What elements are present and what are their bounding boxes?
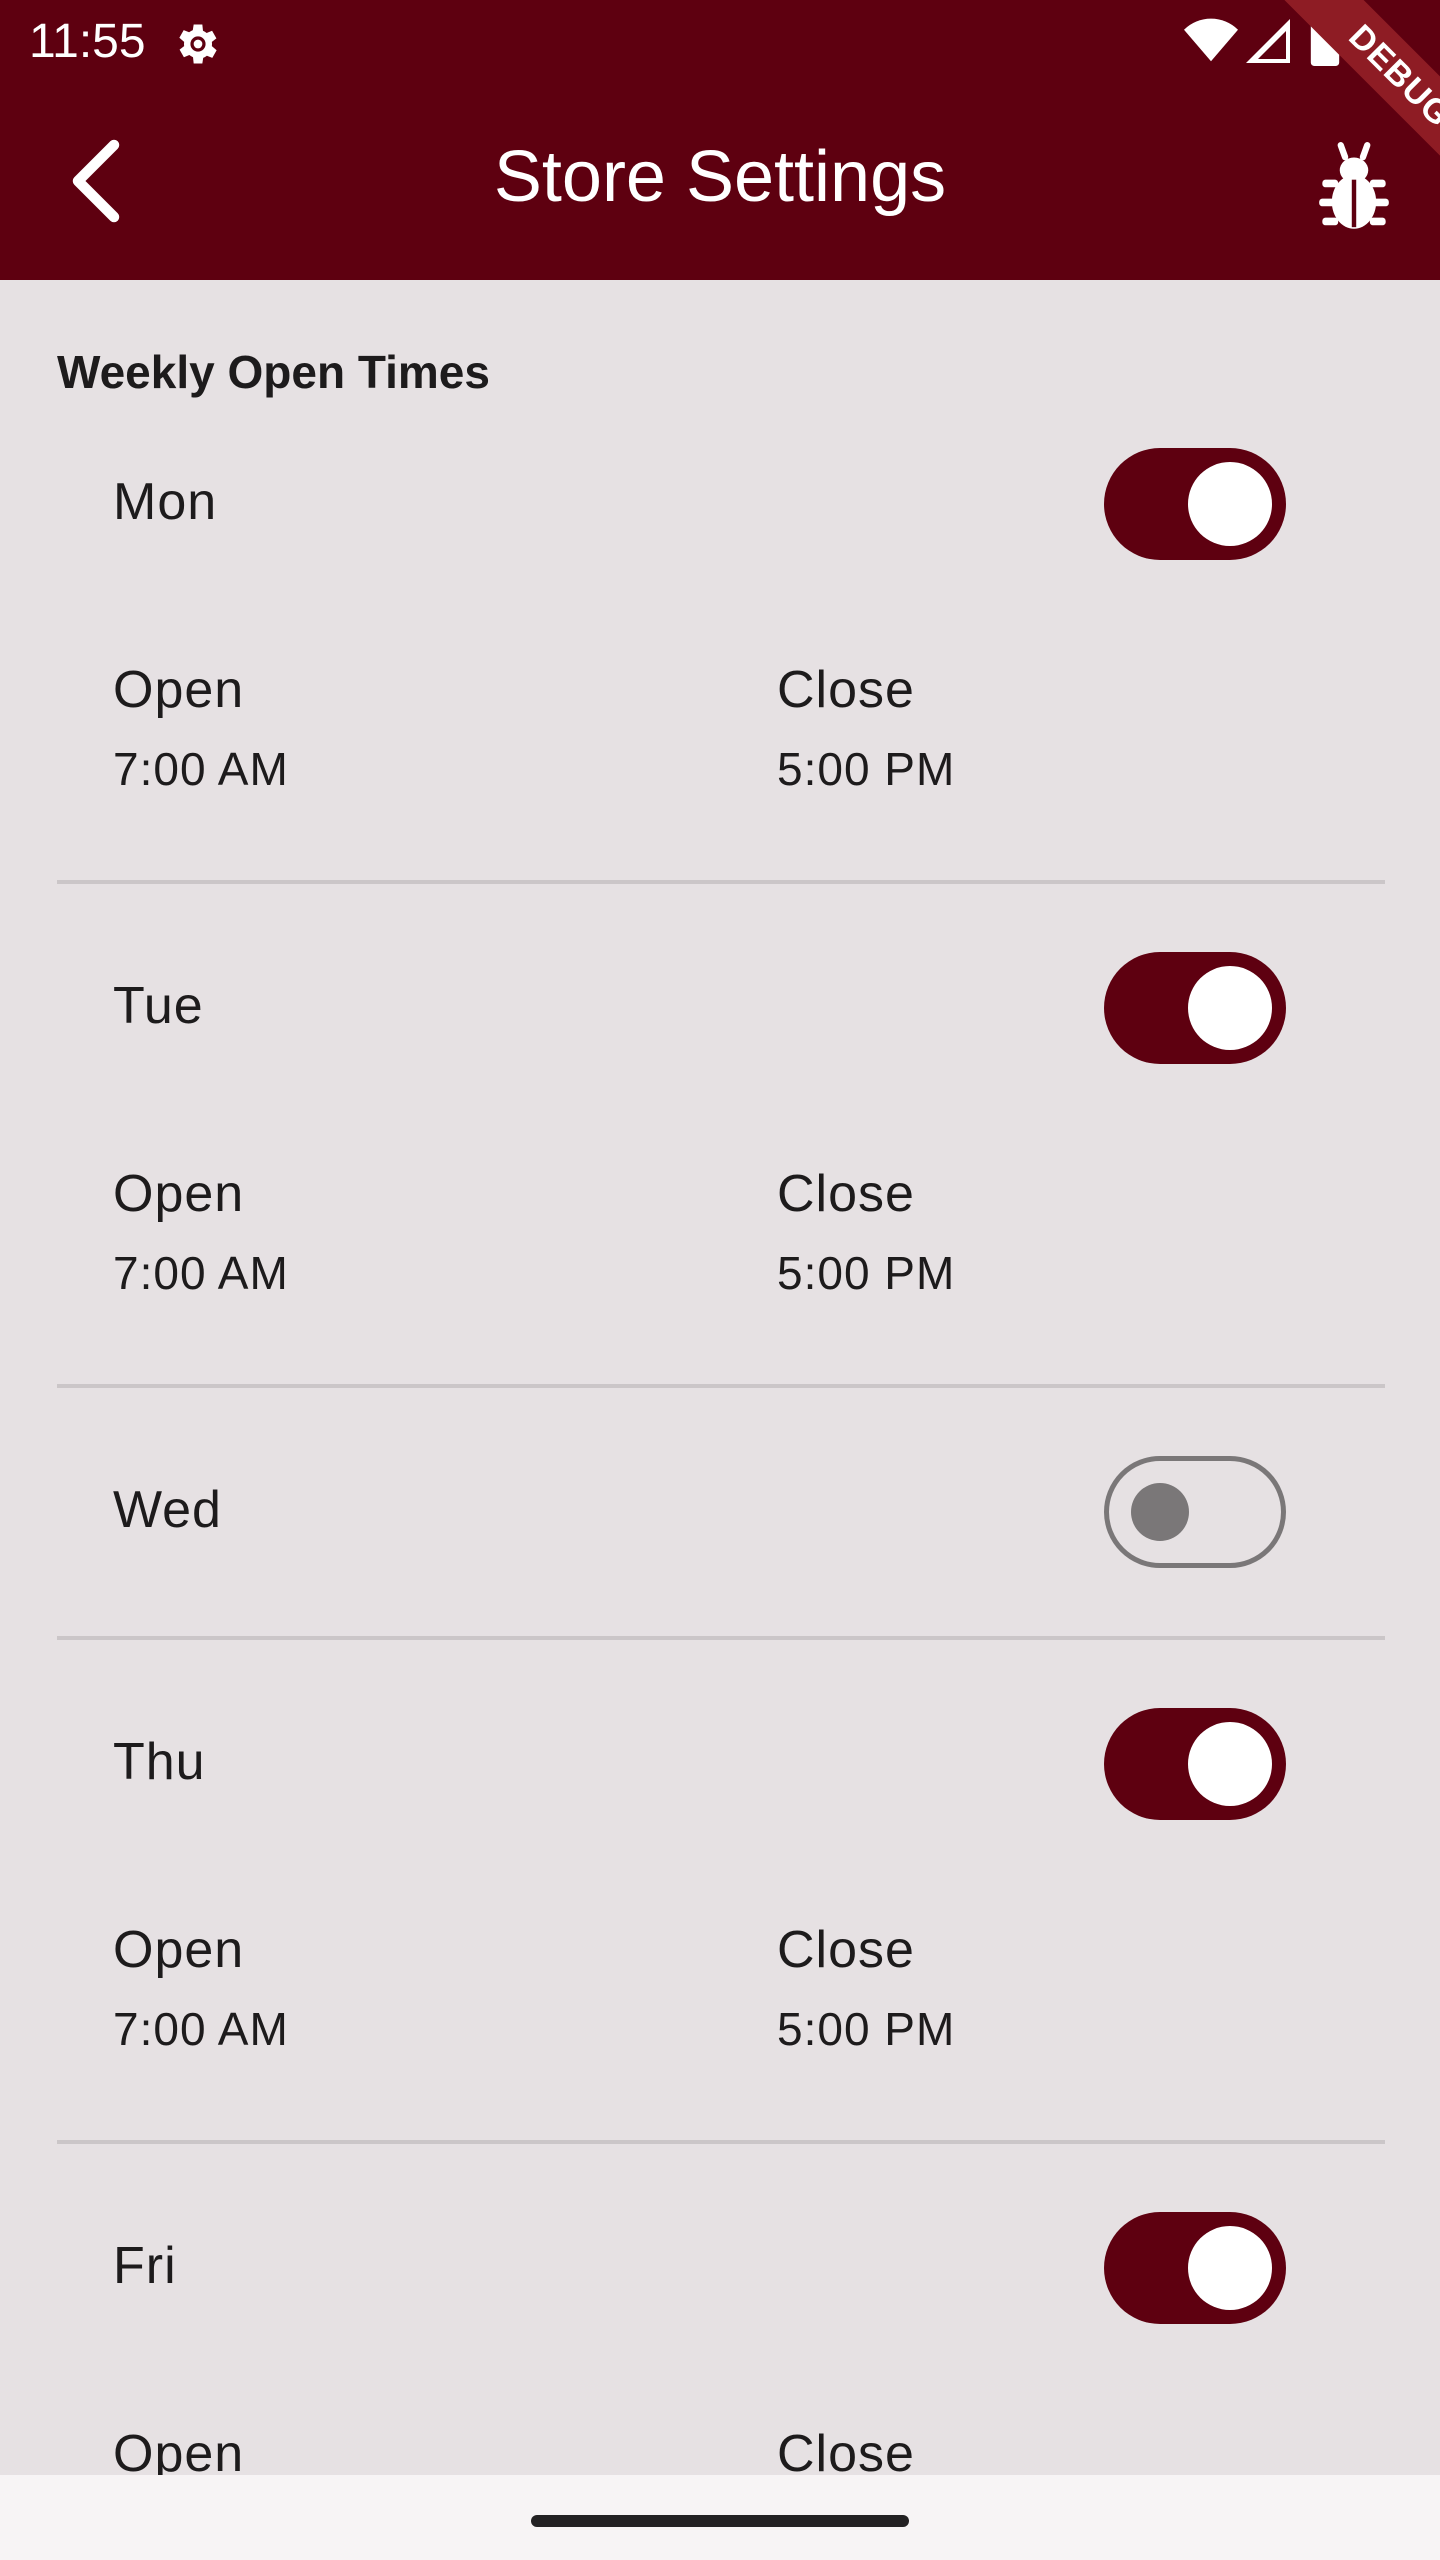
- day-toggle[interactable]: [1104, 448, 1286, 560]
- open-label[interactable]: Open: [113, 660, 244, 720]
- day-name: Fri: [113, 2237, 177, 2295]
- open-label[interactable]: Open: [113, 1920, 244, 1980]
- day-name: Mon: [113, 473, 218, 531]
- open-time[interactable]: 7:00 AM: [113, 1246, 289, 1300]
- section-title: Weekly Open Times: [57, 346, 490, 398]
- day-toggle[interactable]: [1104, 1456, 1286, 1568]
- close-time[interactable]: 5:00 PM: [777, 742, 955, 796]
- divider: [57, 1636, 1385, 1640]
- open-time[interactable]: 7:00 AM: [113, 742, 289, 796]
- status-time: 11:55: [29, 15, 146, 68]
- system-nav-bar: [0, 2475, 1440, 2560]
- day-name: Tue: [113, 977, 204, 1035]
- toggle-knob: [1188, 966, 1272, 1050]
- close-time[interactable]: 5:00 PM: [777, 1246, 955, 1300]
- day-toggle[interactable]: [1104, 1708, 1286, 1820]
- toggle-knob: [1188, 2226, 1272, 2310]
- bug-icon[interactable]: [1316, 138, 1392, 234]
- day-toggle[interactable]: [1104, 2212, 1286, 2324]
- close-label[interactable]: Close: [777, 660, 915, 720]
- close-label[interactable]: Close: [777, 1920, 915, 1980]
- app-bar: 11:55 DEBUG Store Settings: [0, 0, 1440, 280]
- divider: [57, 880, 1385, 884]
- gear-icon: [179, 24, 217, 64]
- toggle-knob: [1188, 1722, 1272, 1806]
- signal-icon: [1246, 19, 1290, 63]
- day-name: Thu: [113, 1733, 206, 1791]
- wifi-icon: [1184, 18, 1238, 62]
- open-label[interactable]: Open: [113, 1164, 244, 1224]
- home-handle[interactable]: [531, 2515, 909, 2527]
- open-time[interactable]: 7:00 AM: [113, 2002, 289, 2056]
- toggle-knob: [1131, 1483, 1189, 1541]
- close-label[interactable]: Close: [777, 1164, 915, 1224]
- divider: [57, 2140, 1385, 2144]
- toggle-knob: [1188, 462, 1272, 546]
- day-name: Wed: [113, 1481, 222, 1539]
- close-time[interactable]: 5:00 PM: [777, 2002, 955, 2056]
- day-toggle[interactable]: [1104, 952, 1286, 1064]
- divider: [57, 1384, 1385, 1388]
- page-title: Store Settings: [493, 137, 947, 217]
